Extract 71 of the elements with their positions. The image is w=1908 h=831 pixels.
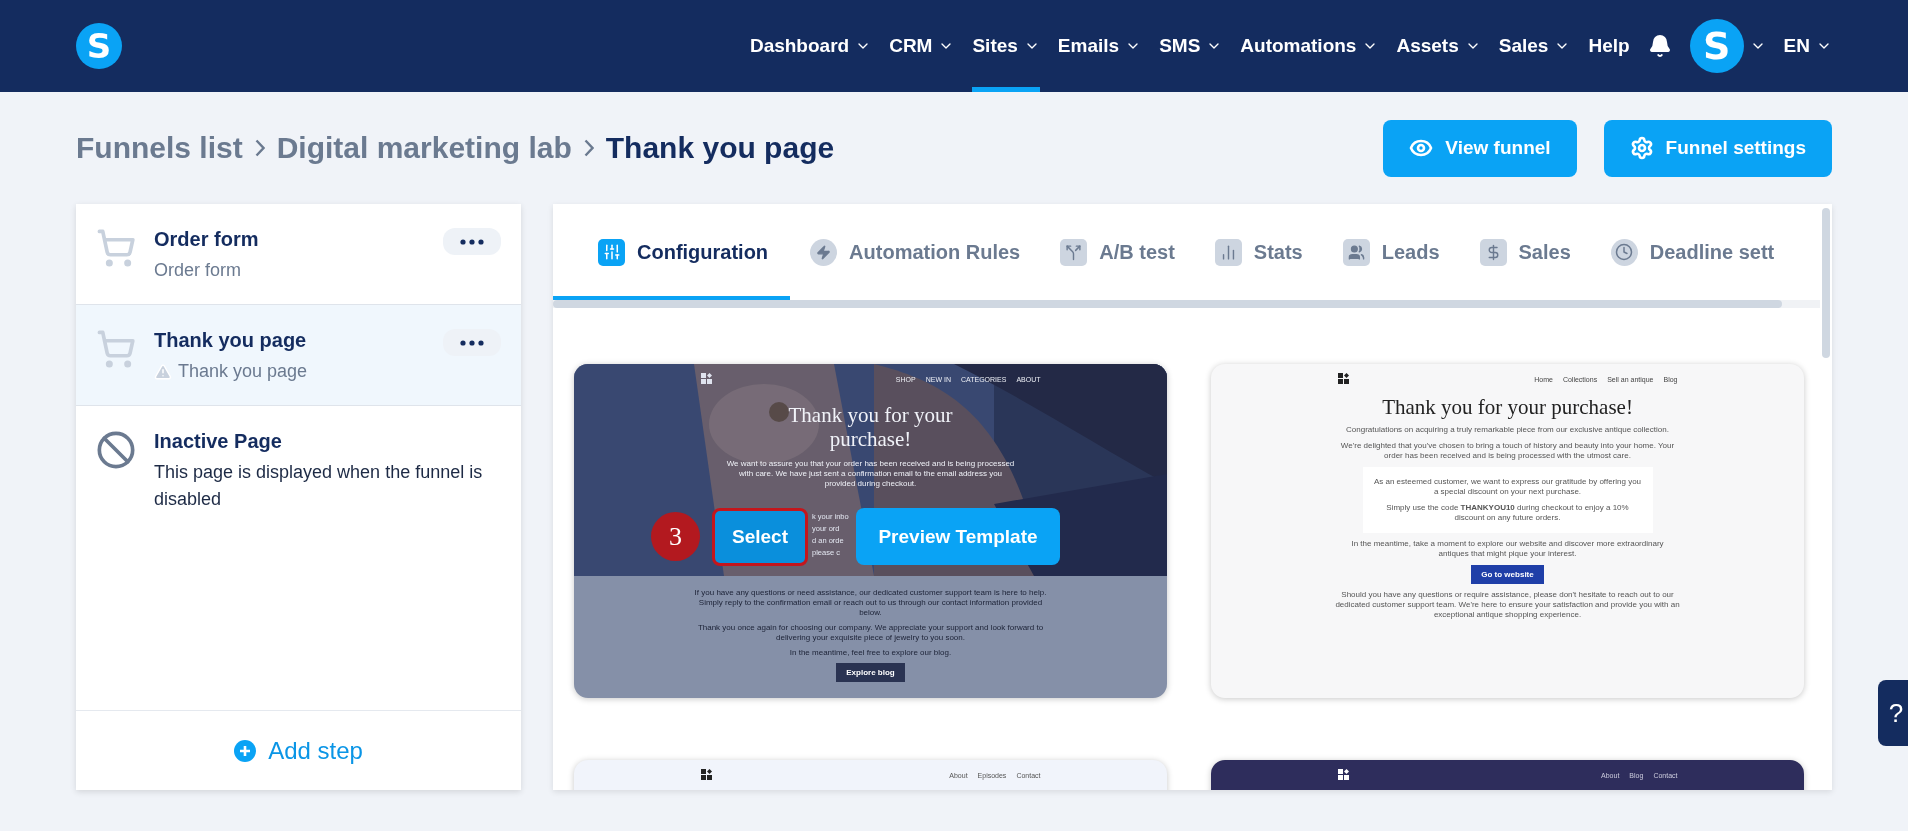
chevron-right-icon bbox=[583, 139, 594, 157]
logo-icon bbox=[1337, 373, 1350, 385]
template-text: Thank you once again for choosing our company. We appreciate your support and look forward to delivering your exquisite piece of jewelry to you soon. bbox=[696, 623, 1045, 643]
help-button[interactable]: ? bbox=[1878, 680, 1908, 746]
people-icon bbox=[1342, 238, 1370, 266]
breadcrumb-item[interactable]: Digital marketing lab bbox=[276, 131, 572, 165]
select-button[interactable]: Select bbox=[712, 508, 808, 566]
more-button[interactable] bbox=[443, 329, 501, 356]
logo-icon bbox=[700, 769, 713, 781]
more-button[interactable] bbox=[443, 228, 501, 255]
tab[interactable]: Leads bbox=[1322, 204, 1460, 300]
more-icon bbox=[460, 238, 484, 245]
cart-icon bbox=[96, 228, 136, 268]
bell-icon[interactable] bbox=[1647, 34, 1672, 58]
template-heading: Thank you for your purchase! bbox=[1381, 395, 1634, 419]
chevron-right-icon bbox=[254, 139, 265, 157]
vertical-scrollbar[interactable] bbox=[1822, 208, 1830, 358]
sliders-icon bbox=[598, 238, 625, 266]
nav-menu-item[interactable]: SMS bbox=[1159, 0, 1223, 92]
tab[interactable]: Deadline sett bbox=[1590, 204, 1795, 300]
clock-icon bbox=[1610, 238, 1638, 266]
dollar-icon bbox=[1479, 238, 1507, 266]
template-heading: Thank you for your purchase! bbox=[787, 403, 954, 451]
template-card[interactable] bbox=[1211, 364, 1804, 698]
split-icon bbox=[1060, 238, 1088, 266]
step-subtitle: This page is displayed when the funnel is disabled bbox=[154, 461, 484, 511]
logo-icon bbox=[700, 373, 713, 385]
template-text: If you have any questions or need assistance, our dedicated customer support team is here to help. Simply reply to the confirmation email or reach out to us through our contact information provided below. bbox=[693, 588, 1048, 618]
more-icon bbox=[460, 339, 484, 346]
template-text: Simply use the code THANKYOU10 during checkout to enjoy a 10% discount on any future orders. bbox=[1385, 503, 1630, 523]
ban-icon bbox=[96, 430, 136, 470]
nav-menu-item[interactable]: Automations bbox=[1240, 0, 1379, 92]
step-subtitle: Order form bbox=[154, 259, 241, 282]
template-cta: Explore blog bbox=[836, 663, 905, 682]
tab[interactable]: A/B test bbox=[1040, 204, 1195, 300]
template-text: Congratulations on acquiring a truly remarkable piece from our exclusive antique collection. bbox=[1345, 425, 1670, 435]
tab[interactable]: Stats bbox=[1194, 204, 1323, 300]
nav-menu-item[interactable]: Sales bbox=[1498, 0, 1571, 92]
logo-icon bbox=[1337, 769, 1350, 781]
step-title: Inactive Page bbox=[154, 430, 283, 453]
template-card[interactable] bbox=[574, 364, 1167, 698]
template-text: In the meantime, feel free to explore our blog. bbox=[788, 648, 953, 658]
template-cta: Go to website bbox=[1471, 565, 1544, 584]
plus-circle-icon bbox=[234, 739, 257, 762]
funnel-step[interactable]: Inactive Page This page is displayed when the funnel is disabled bbox=[76, 406, 521, 710]
funnel-step[interactable]: Order form Order form bbox=[76, 204, 521, 305]
bar-chart-icon bbox=[1214, 238, 1242, 266]
nav-menu-item[interactable]: Emails bbox=[1057, 0, 1142, 92]
template-text: In the meantime, take a moment to explore our website and discover more extraordinary antiques that might pique your interest. bbox=[1350, 539, 1665, 559]
nav-menu-item[interactable]: Dashboard bbox=[749, 0, 872, 92]
template-text: We want to assure you that your order has been received and is being processed with care. We have just sent a confirmation email to the email address you provided during checkout. bbox=[725, 459, 1016, 489]
template-text: Should you have any questions or require assistance, please don't hesitate to reach out to our dedicated customer support team. We're here to ensure your satisfaction and provide you with an exceptional antique shopping experience. bbox=[1334, 590, 1681, 620]
step-title: Thank you page bbox=[154, 329, 308, 352]
gear-icon bbox=[1629, 136, 1654, 160]
nav-menu-item[interactable]: Help bbox=[1588, 0, 1630, 92]
nav-menu-item[interactable]: Sites bbox=[972, 0, 1040, 92]
funnel-step[interactable]: Thank you page Thank you page bbox=[76, 305, 521, 406]
template-text: As an esteemed customer, we want to express our gratitude by offering you a special discount on your next purchase. bbox=[1372, 477, 1643, 497]
nav-menu-item[interactable]: Assets bbox=[1396, 0, 1481, 92]
breadcrumb-item[interactable]: Funnels list bbox=[76, 131, 243, 165]
step-subtitle: Thank you page bbox=[178, 360, 308, 383]
tab[interactable]: Configuration bbox=[553, 204, 791, 300]
tab[interactable]: Automation Rules bbox=[790, 204, 1041, 300]
step-title: Order form bbox=[154, 228, 260, 251]
tab[interactable]: Sales bbox=[1459, 204, 1591, 300]
template-text: We're delighted that you've chosen to bring a touch of history and beauty into your home. Your order has been received and is being processed with the utmost care. bbox=[1339, 441, 1676, 461]
language-selector[interactable]: EN bbox=[1783, 0, 1832, 92]
nav-menu-item[interactable]: CRM bbox=[889, 0, 955, 92]
lightning-icon bbox=[810, 238, 838, 266]
horizontal-scrollbar[interactable] bbox=[553, 300, 1820, 308]
breadcrumb-item: Thank you page bbox=[605, 131, 835, 165]
